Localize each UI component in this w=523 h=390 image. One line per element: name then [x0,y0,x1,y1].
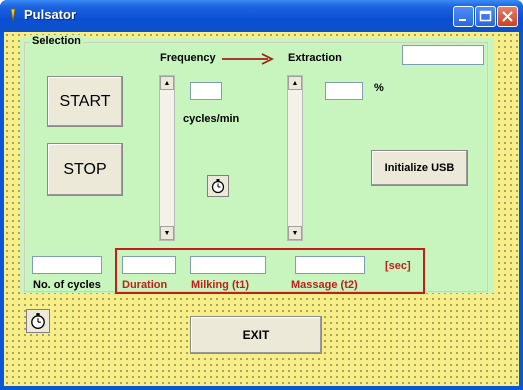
extraction-label: Extraction [288,52,342,64]
minimize-button[interactable] [453,6,474,27]
start-button[interactable]: START [47,76,123,127]
extraction-scrollbar[interactable]: ▲ ▼ [287,75,303,241]
percent-label: % [374,82,384,94]
exit-button[interactable]: EXIT [190,316,322,354]
maximize-button[interactable] [475,6,496,27]
frequency-input[interactable] [190,82,222,100]
initialize-usb-button[interactable]: Initialize USB [371,150,468,186]
stop-button[interactable]: STOP [47,143,123,196]
no-of-cycles-input[interactable] [32,256,102,274]
timer-button-lower[interactable] [26,309,50,333]
cycles-per-min-label: cycles/min [183,113,240,125]
extraction-input[interactable] [325,82,363,100]
stopwatch-icon [211,179,225,194]
milking-input[interactable] [190,256,266,274]
maximize-icon [479,10,492,22]
timer-button[interactable] [207,175,229,197]
duration-label: Duration [122,279,168,291]
arrow-right-icon [222,53,275,65]
close-icon [502,11,513,22]
no-of-cycles-label: No. of cycles [33,279,101,291]
app-icon [10,8,16,22]
selection-label: Selection [30,35,83,47]
sec-unit-label: [sec] [385,260,411,272]
status-field [402,45,484,65]
frequency-scrollbar[interactable]: ▲ ▼ [159,75,175,241]
title-bar[interactable]: Pulsator [0,0,523,32]
stopwatch-icon [31,313,45,329]
milking-label: Milking (t1) [191,279,250,291]
scroll-down-icon[interactable]: ▼ [288,226,302,240]
window-title: Pulsator [24,7,77,22]
massage-label: Massage (t2) [291,279,358,291]
close-button[interactable] [497,6,518,27]
scroll-down-icon[interactable]: ▼ [160,226,174,240]
minimize-icon [459,19,466,21]
scroll-up-icon[interactable]: ▲ [288,76,302,90]
scroll-up-icon[interactable]: ▲ [160,76,174,90]
frequency-label: Frequency [160,52,216,64]
duration-input[interactable] [122,256,176,274]
massage-input[interactable] [295,256,365,274]
